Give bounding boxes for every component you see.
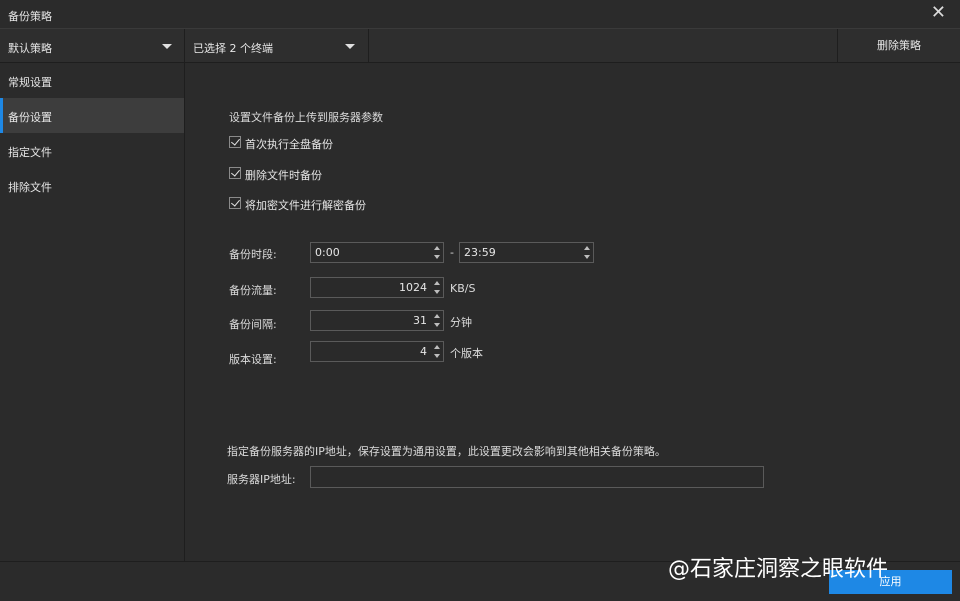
- delete-policy-button[interactable]: 删除策略: [837, 29, 960, 63]
- spinbox-arrows: [432, 278, 443, 297]
- time-separator: -: [450, 246, 454, 259]
- checkbox-label: 将加密文件进行解密备份: [245, 199, 366, 212]
- spinbox-value: 23:59: [464, 246, 496, 259]
- backup-period-label: 备份时段:: [229, 248, 277, 261]
- spinbox-arrows: [432, 311, 443, 330]
- arrow-up-icon[interactable]: [434, 345, 440, 349]
- backup-traffic-spinbox[interactable]: 1024: [310, 277, 444, 298]
- traffic-unit: KB/S: [450, 282, 476, 295]
- sidebar-item-backup[interactable]: 备份设置: [0, 98, 184, 133]
- sidebar-item-general[interactable]: 常规设置: [0, 63, 184, 98]
- backup-period-end-spinbox[interactable]: 23:59: [459, 242, 594, 263]
- arrow-up-icon[interactable]: [434, 314, 440, 318]
- terminal-dropdown-value: 已选择 2 个终端: [193, 42, 273, 55]
- checkbox-checked-icon: [229, 197, 241, 209]
- interval-unit: 分钟: [450, 316, 472, 329]
- checkbox-checked-icon: [229, 136, 241, 148]
- backup-interval-label: 备份间隔:: [229, 318, 277, 331]
- watermark: @石家庄洞察之眼软件: [668, 557, 889, 582]
- spinbox-arrows: [432, 243, 443, 262]
- section-title: 设置文件备份上传到服务器参数: [229, 111, 383, 124]
- window-title: 备份策略: [8, 10, 52, 23]
- spinbox-value: 31: [413, 314, 427, 327]
- checkbox-label: 首次执行全盘备份: [245, 138, 333, 151]
- title-bar: 备份策略 ✕: [0, 0, 960, 29]
- version-unit: 个版本: [450, 347, 483, 360]
- server-ip-label: 服务器IP地址:: [227, 473, 296, 486]
- main-panel: 设置文件备份上传到服务器参数 首次执行全盘备份 删除文件时备份 将加密文件进行解…: [185, 63, 960, 561]
- chevron-down-icon: [345, 44, 355, 49]
- version-setting-spinbox[interactable]: 4: [310, 341, 444, 362]
- arrow-down-icon[interactable]: [584, 255, 590, 259]
- spinbox-value: 1024: [399, 281, 427, 294]
- policy-dropdown-value: 默认策略: [8, 42, 52, 55]
- arrow-down-icon[interactable]: [434, 255, 440, 259]
- toolbar: 默认策略 已选择 2 个终端 删除策略: [0, 29, 960, 63]
- arrow-down-icon[interactable]: [434, 354, 440, 358]
- spinbox-value: 4: [420, 345, 427, 358]
- policy-dropdown[interactable]: 默认策略: [0, 29, 185, 63]
- sidebar: 常规设置 备份设置 指定文件 排除文件: [0, 63, 185, 561]
- arrow-up-icon[interactable]: [434, 246, 440, 250]
- terminal-dropdown[interactable]: 已选择 2 个终端: [185, 29, 369, 63]
- arrow-down-icon[interactable]: [434, 323, 440, 327]
- spinbox-value: 0:00: [315, 246, 340, 259]
- checkbox-label: 删除文件时备份: [245, 169, 322, 182]
- arrow-up-icon[interactable]: [584, 246, 590, 250]
- sidebar-item-label: 备份设置: [8, 111, 52, 124]
- backup-traffic-label: 备份流量:: [229, 284, 277, 297]
- close-icon[interactable]: ✕: [931, 4, 946, 22]
- sidebar-item-specified-files[interactable]: 指定文件: [0, 133, 184, 168]
- checkbox-checked-icon: [229, 167, 241, 179]
- arrow-up-icon[interactable]: [434, 281, 440, 285]
- backup-period-start-spinbox[interactable]: 0:00: [310, 242, 444, 263]
- sidebar-item-label: 排除文件: [8, 181, 52, 194]
- ip-note: 指定备份服务器的IP地址，保存设置为通用设置，此设置更改会影响到其他相关备份策略…: [227, 445, 666, 458]
- server-ip-input[interactable]: [310, 466, 764, 488]
- spinbox-arrows: [432, 342, 443, 361]
- backup-interval-spinbox[interactable]: 31: [310, 310, 444, 331]
- arrow-down-icon[interactable]: [434, 290, 440, 294]
- version-setting-label: 版本设置:: [229, 353, 277, 366]
- chevron-down-icon: [162, 44, 172, 49]
- sidebar-item-excluded-files[interactable]: 排除文件: [0, 168, 184, 203]
- spinbox-arrows: [582, 243, 593, 262]
- sidebar-item-label: 常规设置: [8, 76, 52, 89]
- sidebar-item-label: 指定文件: [8, 146, 52, 159]
